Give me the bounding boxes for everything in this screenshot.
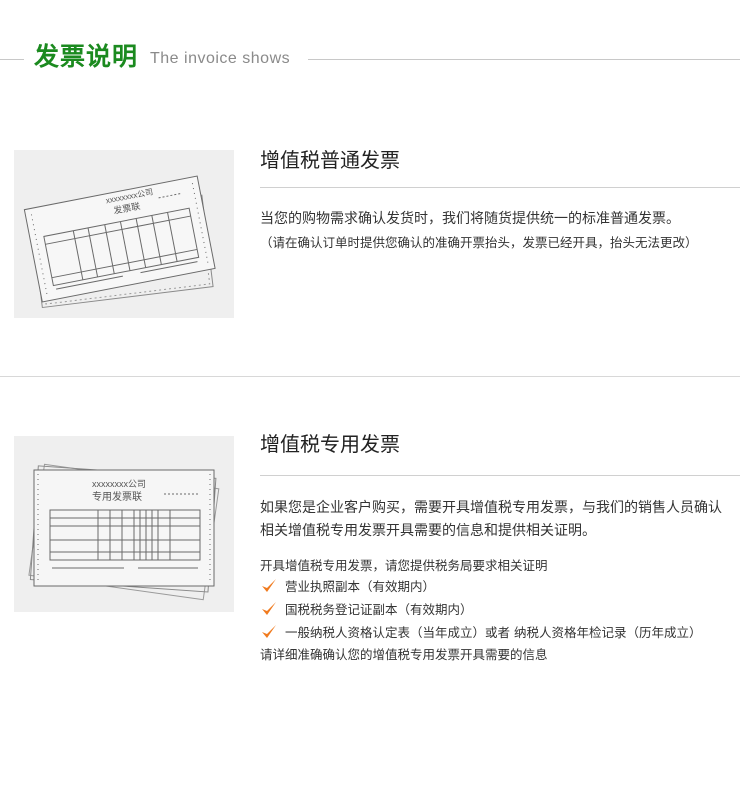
checkmark-icon [262,602,276,615]
section-rule-special [260,475,740,476]
invoice-image-special: xxxxxxxx公司 专用发票联 [14,436,234,612]
special-description: 如果您是企业客户购买，需要开具增值税专用发票，与我们的销售人员确认相关增值税专用… [260,500,722,539]
invoice-sketch-icon: xxxxxxxx公司 发票联 [23,175,216,309]
header-line-left [0,59,24,60]
requirement-label: 国税税务登记证副本（有效期内） [285,602,473,617]
section-title-general: 增值税普通发票 [260,148,400,172]
page-subtitle: The invoice shows [150,50,291,67]
requirement-label: 一般纳税人资格认定表（当年成立）或者 纳税人资格年检记录（历年成立） [285,625,702,640]
section-title-special: 增值税专用发票 [260,432,400,456]
requirement-label: 营业执照副本（有效期内） [285,579,436,594]
section-divider [0,376,740,377]
invoice-image-general: xxxxxxxx公司 发票联 [14,150,234,318]
svg-text:xxxxxxxx公司: xxxxxxxx公司 [92,479,146,489]
header-line-right [308,59,740,60]
section-rule-general [260,187,740,188]
checkmark-icon [262,625,276,638]
page-title: 发票说明 [34,42,139,71]
requirements-outro: 请详细准确确认您的增值税专用发票开具需要的信息 [260,647,548,662]
svg-text:专用发票联: 专用发票联 [92,490,142,503]
special-invoice-sketch-icon: xxxxxxxx公司 专用发票联 [28,463,220,601]
general-description: 当您的购物需求确认发货时，我们将随货提供统一的标准普通发票。 [260,211,680,227]
requirements-intro: 开具增值税专用发票，请您提供税务局要求相关证明 [260,558,548,573]
checkmark-icon [262,579,276,592]
general-note: （请在确认订单时提供您确认的准确开票抬头，发票已经开具，抬头无法更改） [260,235,698,250]
